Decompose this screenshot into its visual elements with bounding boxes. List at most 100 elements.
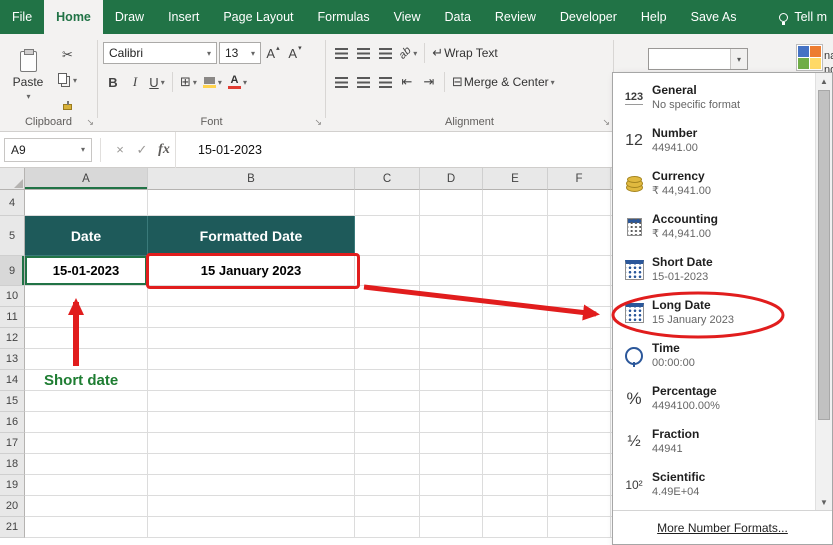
cell-a21[interactable]	[25, 517, 148, 538]
cell-f9[interactable]	[548, 256, 611, 286]
cell-d21[interactable]	[420, 517, 483, 538]
cancel-button[interactable]: ×	[109, 138, 131, 162]
cell-b20[interactable]	[148, 496, 355, 517]
cell-c10[interactable]	[355, 286, 420, 307]
number-format-dropdown-button[interactable]: ▾	[730, 49, 747, 69]
wrap-text-button[interactable]: ↵Wrap Text	[430, 42, 499, 64]
shrink-font-button[interactable]: A▾	[285, 42, 305, 64]
cell-e4[interactable]	[483, 190, 548, 216]
clipboard-dialog-launcher[interactable]: ↘	[86, 117, 94, 128]
cell-e20[interactable]	[483, 496, 548, 517]
column-header-c[interactable]: C	[355, 168, 420, 190]
cell-d19[interactable]	[420, 475, 483, 496]
cell-c11[interactable]	[355, 307, 420, 328]
grow-font-button[interactable]: A▴	[263, 42, 283, 64]
cell-d5[interactable]	[420, 216, 483, 256]
underline-button[interactable]: U▾	[147, 71, 167, 93]
cell-f21[interactable]	[548, 517, 611, 538]
cell-a4[interactable]	[25, 190, 148, 216]
cell-b18[interactable]	[148, 454, 355, 475]
cell-d10[interactable]	[420, 286, 483, 307]
cell-a5[interactable]: Date	[25, 216, 148, 256]
cell-f19[interactable]	[548, 475, 611, 496]
cell-b11[interactable]	[148, 307, 355, 328]
cell-a20[interactable]	[25, 496, 148, 517]
row-header-18[interactable]: 18	[0, 454, 25, 475]
cell-a12[interactable]	[25, 328, 148, 349]
row-header-12[interactable]: 12	[0, 328, 25, 349]
cell-d18[interactable]	[420, 454, 483, 475]
format-option-currency[interactable]: Currency₹ 44,941.00	[613, 162, 815, 205]
cell-b13[interactable]	[148, 349, 355, 370]
align-center-button[interactable]	[353, 71, 373, 93]
cell-d4[interactable]	[420, 190, 483, 216]
cell-d14[interactable]	[420, 370, 483, 391]
cell-d9[interactable]	[420, 256, 483, 286]
scrollbar-thumb[interactable]	[818, 90, 830, 420]
cut-button[interactable]: ✂	[56, 44, 79, 66]
cell-c13[interactable]	[355, 349, 420, 370]
row-header-5[interactable]: 5	[0, 216, 25, 256]
insert-function-button[interactable]: fx	[153, 138, 175, 162]
format-option-general[interactable]: GeneralNo specific format	[613, 76, 815, 119]
align-left-button[interactable]	[331, 71, 351, 93]
cell-a13[interactable]	[25, 349, 148, 370]
column-header-e[interactable]: E	[483, 168, 548, 190]
cell-a16[interactable]	[25, 412, 148, 433]
cell-f4[interactable]	[548, 190, 611, 216]
cell-c18[interactable]	[355, 454, 420, 475]
cell-e9[interactable]	[483, 256, 548, 286]
cell-f5[interactable]	[548, 216, 611, 256]
cell-c21[interactable]	[355, 517, 420, 538]
cell-b10[interactable]	[148, 286, 355, 307]
cell-b5[interactable]: Formatted Date	[148, 216, 355, 256]
tab-help[interactable]: Help	[629, 0, 679, 34]
format-option-number[interactable]: Number44941.00	[613, 119, 815, 162]
fill-color-button[interactable]: ▾	[201, 71, 224, 93]
tab-draw[interactable]: Draw	[103, 0, 156, 34]
format-option-scientific[interactable]: Scientific4.49E+04	[613, 463, 815, 506]
tab-data[interactable]: Data	[433, 0, 483, 34]
scroll-up-arrow[interactable]: ▲	[816, 73, 832, 89]
cell-e14[interactable]	[483, 370, 548, 391]
cell-f17[interactable]	[548, 433, 611, 454]
cell-b4[interactable]	[148, 190, 355, 216]
cell-f11[interactable]	[548, 307, 611, 328]
cell-b21[interactable]	[148, 517, 355, 538]
cell-c19[interactable]	[355, 475, 420, 496]
increase-indent-button[interactable]: ⇥	[419, 71, 439, 93]
cell-f14[interactable]	[548, 370, 611, 391]
cell-d12[interactable]	[420, 328, 483, 349]
row-header-9[interactable]: 9	[0, 256, 25, 286]
alignment-dialog-launcher[interactable]: ↘	[602, 117, 610, 128]
row-header-11[interactable]: 11	[0, 307, 25, 328]
cell-b17[interactable]	[148, 433, 355, 454]
cell-d20[interactable]	[420, 496, 483, 517]
align-middle-button[interactable]	[353, 42, 373, 64]
cell-b15[interactable]	[148, 391, 355, 412]
tab-developer[interactable]: Developer	[548, 0, 629, 34]
merge-center-button[interactable]: ⊟Merge & Center▾	[450, 71, 557, 93]
cell-d16[interactable]	[420, 412, 483, 433]
cell-f20[interactable]	[548, 496, 611, 517]
format-option-fraction[interactable]: Fraction44941	[613, 420, 815, 463]
cell-a17[interactable]	[25, 433, 148, 454]
cell-c14[interactable]	[355, 370, 420, 391]
format-option-long-date[interactable]: Long Date15 January 2023	[613, 291, 815, 334]
tell-me[interactable]: Tell m	[773, 0, 833, 34]
cell-c5[interactable]	[355, 216, 420, 256]
cell-f16[interactable]	[548, 412, 611, 433]
cell-d15[interactable]	[420, 391, 483, 412]
cell-a9[interactable]: 15-01-2023	[25, 256, 148, 286]
row-header-19[interactable]: 19	[0, 475, 25, 496]
row-header-14[interactable]: 14	[0, 370, 25, 391]
cell-c20[interactable]	[355, 496, 420, 517]
cell-e21[interactable]	[483, 517, 548, 538]
tab-save-as[interactable]: Save As	[679, 0, 749, 34]
cell-c17[interactable]	[355, 433, 420, 454]
cell-a18[interactable]	[25, 454, 148, 475]
cell-e11[interactable]	[483, 307, 548, 328]
cell-e19[interactable]	[483, 475, 548, 496]
decrease-indent-button[interactable]: ⇤	[397, 71, 417, 93]
font-size-select[interactable]: 13 ▾	[219, 42, 261, 64]
